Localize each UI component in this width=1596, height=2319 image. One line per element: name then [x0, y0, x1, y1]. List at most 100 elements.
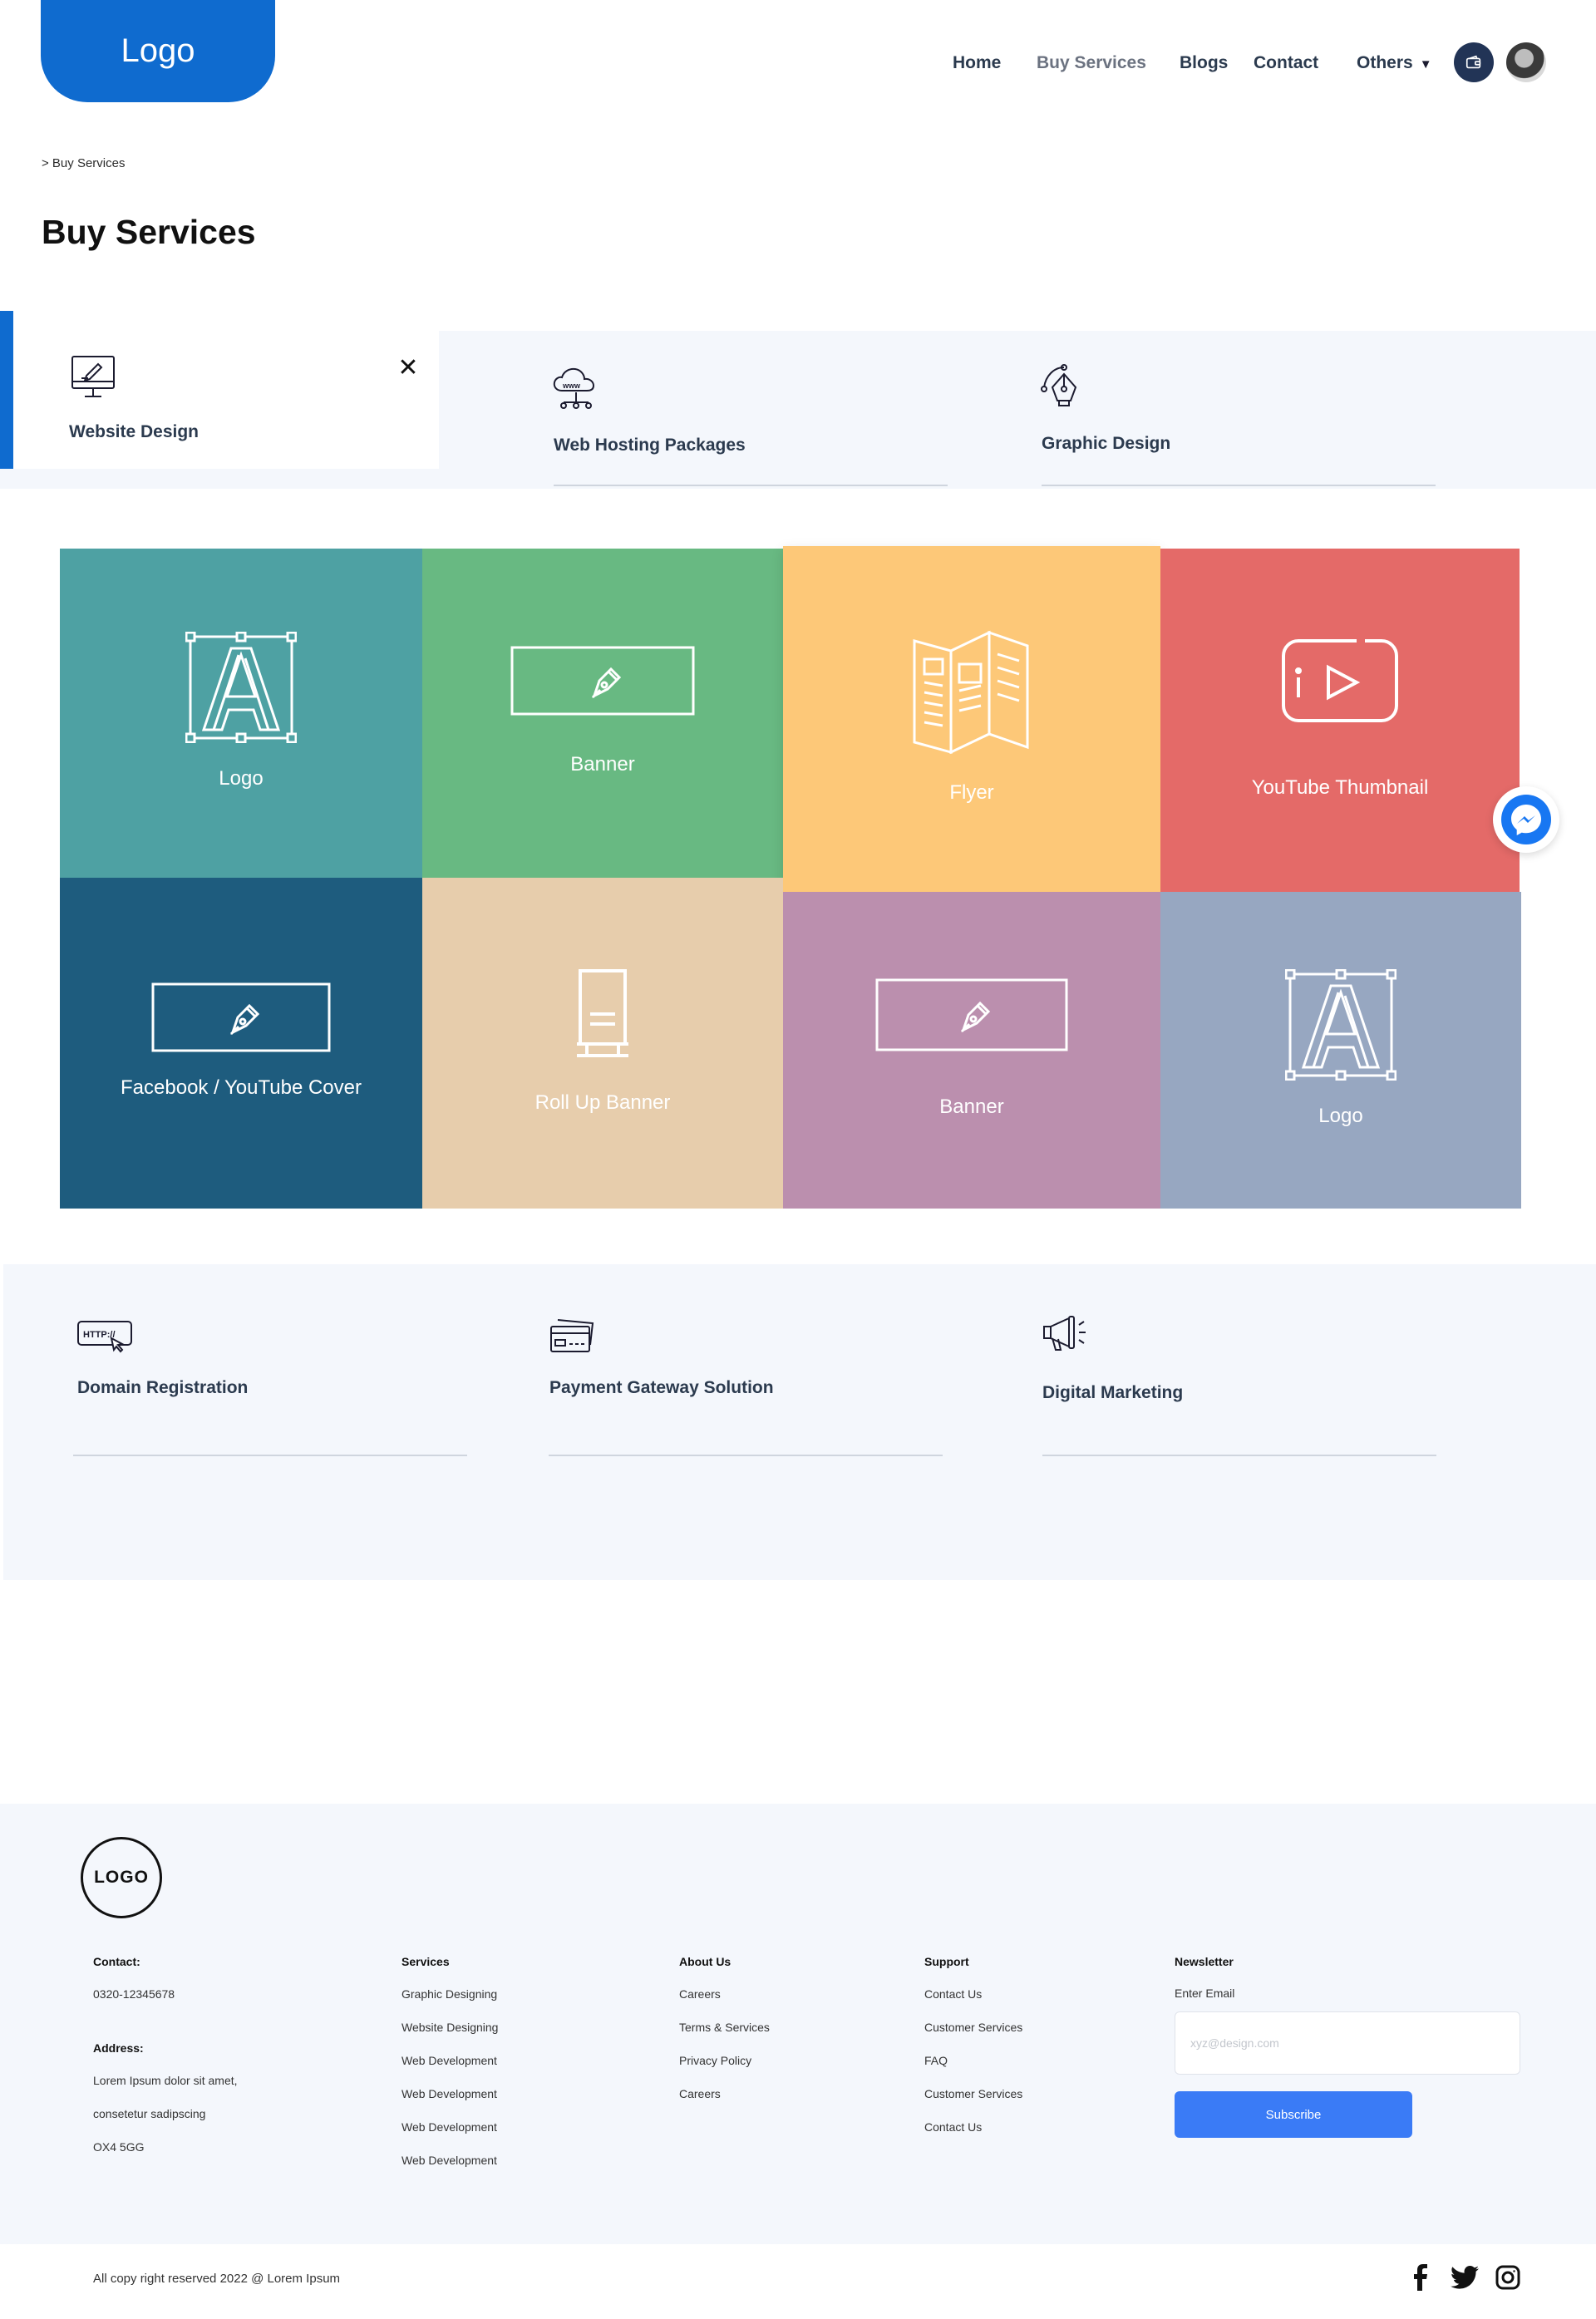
- service-divider: [1042, 1455, 1436, 1456]
- tile-label: Facebook / YouTube Cover: [121, 1076, 362, 1099]
- footer-phone[interactable]: 0320-12345678: [93, 1987, 238, 2020]
- footer-heading: Contact:: [93, 1955, 140, 1968]
- close-icon[interactable]: ✕: [397, 356, 419, 381]
- tile-youtube-thumbnail[interactable]: YouTube Thumbnail: [1160, 549, 1520, 892]
- pen-tool-icon: [1039, 361, 1089, 415]
- page-title: Buy Services: [42, 213, 256, 251]
- tile-label: Logo: [219, 767, 264, 790]
- nav-blogs[interactable]: Blogs: [1180, 48, 1228, 78]
- user-avatar[interactable]: [1506, 42, 1546, 82]
- active-tab-indicator: [0, 311, 13, 469]
- tab-label: Web Hosting Packages: [554, 436, 746, 455]
- instagram-icon[interactable]: [1491, 2261, 1525, 2294]
- service-label: Digital Marketing: [1042, 1383, 1184, 1402]
- tile-label: YouTube Thumbnail: [1251, 775, 1429, 799]
- credit-card-icon: [548, 1313, 598, 1359]
- breadcrumb[interactable]: > Buy Services: [42, 156, 125, 170]
- footer-heading: Support: [924, 1955, 969, 1968]
- tab-website-design[interactable]: [0, 311, 439, 469]
- copyright-text: All copy right reserved 2022 @ Lorem Ips…: [93, 2272, 341, 2286]
- tab-label: Graphic Design: [1042, 434, 1171, 453]
- footer-link[interactable]: Terms & Services: [679, 2020, 770, 2053]
- facebook-icon[interactable]: [1403, 2261, 1436, 2294]
- footer-link[interactable]: Customer Services: [924, 2086, 1022, 2120]
- tab-divider: [554, 485, 948, 486]
- footer-services: Services Graphic Designing Website Desig…: [401, 1955, 498, 2186]
- svg-text:HTTP://: HTTP://: [83, 1330, 116, 1340]
- tile-facebook-youtube-cover[interactable]: Facebook / YouTube Cover: [60, 878, 422, 1209]
- banner-pen-icon: [151, 982, 331, 1052]
- newsletter-label: Enter Email: [1175, 1987, 1235, 2000]
- footer-address-line: OX4 5GG: [93, 2140, 145, 2154]
- tab-label: Website Design: [69, 422, 199, 441]
- footer-heading: Newsletter: [1175, 1955, 1234, 1968]
- footer-heading: Address:: [93, 2041, 144, 2055]
- subscribe-button[interactable]: Subscribe: [1175, 2091, 1412, 2138]
- footer-link[interactable]: Web Development: [401, 2120, 498, 2153]
- logo-letter-icon: [1285, 968, 1396, 1081]
- nav-home[interactable]: Home: [953, 48, 1001, 78]
- footer-link[interactable]: Careers: [679, 2086, 770, 2120]
- nav-others-label: Others: [1357, 53, 1413, 72]
- footer-support: Support Contact Us Customer Services FAQ…: [924, 1955, 1022, 2153]
- footer-address-line: consetetur sadipscing: [93, 2107, 206, 2120]
- brand-logo-text: Logo: [121, 32, 195, 69]
- footer-link[interactable]: Website Designing: [401, 2020, 498, 2053]
- cloud-www-icon: www: [552, 366, 600, 415]
- footer-link[interactable]: Careers: [679, 1987, 770, 2020]
- footer-contact: Contact: 0320-12345678 Address: Lorem Ip…: [93, 1955, 238, 2173]
- youtube-icon: [1280, 638, 1400, 724]
- footer-link[interactable]: Contact Us: [924, 1987, 1022, 2020]
- messenger-icon[interactable]: [1493, 786, 1559, 853]
- megaphone-icon: [1042, 1315, 1089, 1357]
- footer-link[interactable]: Web Development: [401, 2086, 498, 2120]
- brand-logo[interactable]: Logo: [41, 0, 275, 102]
- footer-heading: About Us: [679, 1955, 732, 1968]
- svg-text:www: www: [562, 382, 581, 390]
- nav-contact[interactable]: Contact: [1254, 48, 1318, 78]
- http-icon: HTTP://: [76, 1320, 133, 1357]
- tile-label: Roll Up Banner: [534, 1091, 671, 1114]
- logo-letter-icon: [185, 632, 297, 743]
- footer-logo[interactable]: LOGO: [81, 1837, 162, 1918]
- banner-pen-icon: [875, 978, 1068, 1051]
- tile-flyer[interactable]: Flyer: [783, 546, 1160, 892]
- chevron-down-icon: ▼: [1419, 57, 1432, 71]
- service-label: Domain Registration: [77, 1378, 249, 1397]
- nav-others[interactable]: Others ▼: [1357, 48, 1432, 80]
- flyer-icon: [911, 629, 1032, 754]
- tile-logo-2[interactable]: Logo: [1160, 892, 1521, 1209]
- footer-link[interactable]: Privacy Policy: [679, 2053, 770, 2086]
- twitter-icon[interactable]: [1448, 2261, 1481, 2294]
- tab-divider: [1042, 485, 1436, 486]
- service-divider: [549, 1455, 943, 1456]
- tile-roll-up-banner[interactable]: Roll Up Banner: [422, 878, 783, 1209]
- footer-link[interactable]: FAQ: [924, 2053, 1022, 2086]
- tile-banner-2[interactable]: Banner: [783, 892, 1160, 1209]
- service-divider: [73, 1455, 467, 1456]
- footer-logo-text: LOGO: [94, 1868, 149, 1887]
- tile-label: Logo: [1318, 1104, 1363, 1127]
- wallet-icon[interactable]: [1454, 42, 1494, 82]
- tile-banner[interactable]: Banner: [422, 549, 783, 878]
- rollup-icon: [575, 967, 630, 1057]
- footer-link[interactable]: Web Development: [401, 2153, 498, 2186]
- footer-link[interactable]: Web Development: [401, 2053, 498, 2086]
- footer-address-line: Lorem Ipsum dolor sit amet,: [93, 2074, 238, 2087]
- tile-label: Flyer: [949, 781, 994, 804]
- nav-buy-services[interactable]: Buy Services: [1037, 48, 1146, 78]
- footer-about: About Us Careers Terms & Services Privac…: [679, 1955, 770, 2120]
- footer-link[interactable]: Graphic Designing: [401, 1987, 498, 2020]
- tile-label: Banner: [570, 753, 635, 775]
- footer-heading: Services: [401, 1955, 450, 1968]
- banner-pen-icon: [510, 646, 695, 716]
- footer-newsletter: Newsletter Enter Email Subscribe: [1175, 1955, 1520, 2138]
- service-label: Payment Gateway Solution: [549, 1378, 774, 1397]
- more-services-section: [3, 1264, 1596, 1580]
- newsletter-email-input[interactable]: [1175, 2011, 1520, 2075]
- tile-label: Banner: [939, 1095, 1004, 1118]
- monitor-pen-icon: [70, 354, 116, 405]
- tile-logo[interactable]: Logo: [60, 549, 422, 878]
- footer-link[interactable]: Customer Services: [924, 2020, 1022, 2053]
- footer-link[interactable]: Contact Us: [924, 2120, 1022, 2153]
